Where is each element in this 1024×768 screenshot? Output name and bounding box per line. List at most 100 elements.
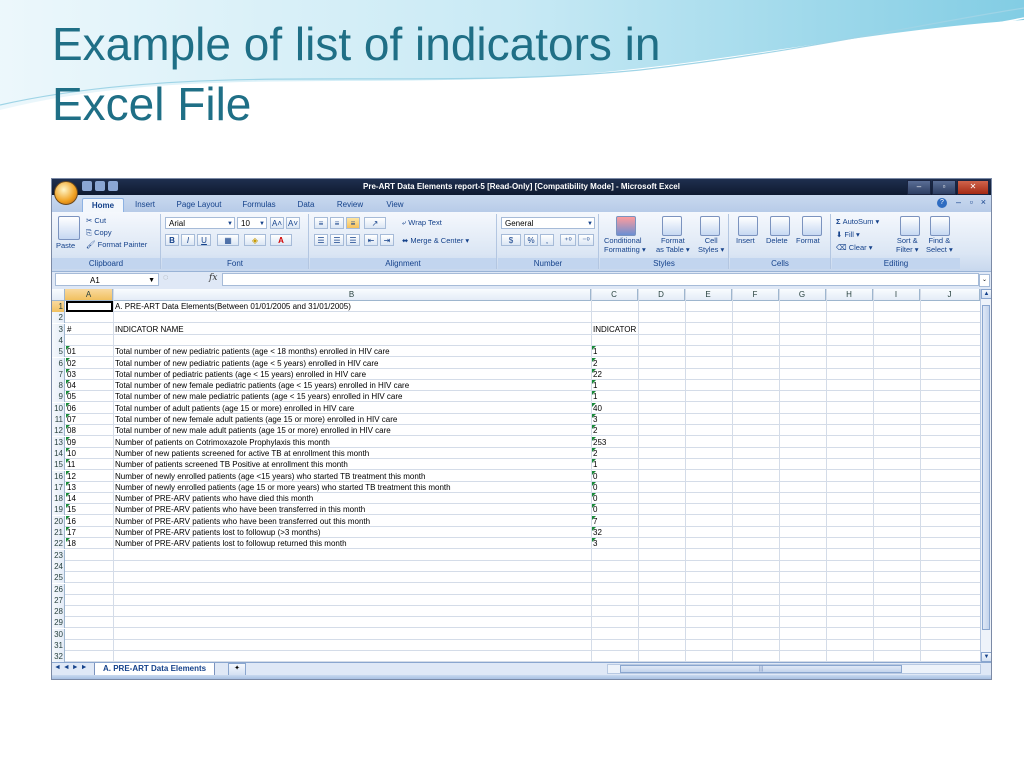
table-row[interactable]: 32 [52, 651, 980, 662]
bold-button[interactable]: B [165, 234, 179, 246]
select-all-corner[interactable] [52, 289, 65, 300]
format-as-table-button[interactable]: Format as Table ▾ [656, 236, 690, 254]
column-header[interactable]: C [591, 289, 638, 300]
row-header[interactable]: 18 [52, 493, 65, 505]
selected-cell-a1[interactable] [66, 301, 113, 312]
column-header[interactable]: H [826, 289, 873, 300]
font-size-select[interactable]: 10 ▼ [237, 217, 267, 229]
ribbon-restore-icon[interactable]: ▫ [970, 197, 973, 207]
find-select-button[interactable]: Find & Select ▾ [926, 236, 953, 254]
table-row[interactable]: 23 [52, 549, 980, 561]
currency-button[interactable]: $ [501, 234, 521, 246]
cell-b[interactable]: Number of PRE-ARV patients who have died… [115, 493, 313, 504]
font-color-icon[interactable]: A [270, 234, 292, 246]
table-row[interactable]: 15 11 Number of patients screened TB Posit… [52, 459, 980, 471]
table-row[interactable]: 29 [52, 617, 980, 629]
table-row[interactable]: 13 09 Number of patients on Cotrimoxazole … [52, 436, 980, 448]
row-header[interactable]: 30 [52, 628, 65, 640]
table-row[interactable]: 11 07 Total number of new female adult pat… [52, 414, 980, 425]
sort-filter-icon[interactable] [900, 216, 920, 236]
table-row[interactable]: 10 06 Total number of adult patients (age … [52, 402, 980, 414]
row-header[interactable]: 28 [52, 606, 65, 618]
increase-indent-icon[interactable]: ⇥ [380, 234, 394, 246]
row-header[interactable]: 13 [52, 436, 65, 448]
italic-button[interactable]: I [181, 234, 195, 246]
table-row[interactable]: 1 A. PRE-ART Data Elements(Between 01/01/… [52, 301, 980, 312]
column-header[interactable]: A [65, 289, 113, 300]
row-header[interactable]: 10 [52, 402, 65, 414]
row-header[interactable]: 4 [52, 334, 65, 346]
minimize-button[interactable]: – [907, 180, 931, 195]
row-header[interactable]: 21 [52, 527, 65, 538]
restore-button[interactable]: ▫ [932, 180, 956, 195]
worksheet-grid[interactable]: A B C D E F G H I J 1 A. PRE-ART Data Ele… [52, 289, 980, 662]
copy-button[interactable]: ⎘ Copy [86, 228, 112, 238]
cell-b[interactable]: Total number of new pediatric patients (… [115, 358, 378, 369]
cut-button[interactable]: ✂ Cut [86, 216, 106, 225]
align-middle-icon[interactable]: ≡ [330, 217, 344, 229]
column-header[interactable]: F [732, 289, 779, 300]
row-header[interactable]: 12 [52, 425, 65, 437]
cell-b[interactable]: Total number of new female pediatric pat… [115, 380, 409, 391]
row-header[interactable]: 14 [52, 447, 65, 459]
scroll-thumb[interactable] [982, 305, 990, 630]
table-row[interactable]: 16 12 Number of newly enrolled patients (a… [52, 470, 980, 482]
conditional-formatting-icon[interactable] [616, 216, 636, 236]
wrap-text-button[interactable]: ⤶ Wrap Text [402, 218, 442, 228]
table-row[interactable]: 7 03 Total number of pediatric patients (a… [52, 368, 980, 380]
font-name-select[interactable]: Arial ▼ [165, 217, 235, 229]
office-button[interactable] [54, 181, 78, 205]
table-row[interactable]: 22 18 Number of PRE-ARV patients lost to f… [52, 538, 980, 550]
table-row[interactable]: 6 02 Total number of new pediatric patient… [52, 357, 980, 369]
table-row[interactable]: 5 01 Total number of new pediatric patient… [52, 346, 980, 358]
table-row[interactable]: 8 04 Total number of new female pediatric … [52, 380, 980, 392]
table-row[interactable]: 25 [52, 572, 980, 584]
table-row[interactable]: 2 [52, 312, 980, 324]
cell-b[interactable]: Number of newly enrolled patients (age <… [115, 471, 425, 482]
fill-color-icon[interactable]: ◈ [244, 234, 266, 246]
row-header[interactable]: 6 [52, 357, 65, 369]
formula-input[interactable] [222, 273, 979, 286]
close-button[interactable]: ✕ [957, 180, 989, 195]
orientation-icon[interactable]: ↗ [364, 217, 386, 229]
tab-data[interactable]: Data [290, 198, 322, 212]
table-row[interactable]: 4 [52, 334, 980, 346]
table-row[interactable]: 9 05 Total number of new male pediatric pa… [52, 391, 980, 403]
column-header[interactable]: B [113, 289, 591, 300]
row-header[interactable]: 16 [52, 470, 65, 482]
cell-b[interactable]: Number of patients on Cotrimoxazole Prop… [115, 437, 330, 448]
row-header[interactable]: 32 [52, 651, 65, 662]
row-header[interactable]: 8 [52, 380, 65, 392]
table-row[interactable]: 18 14 Number of PRE-ARV patients who have … [52, 493, 980, 505]
row-header[interactable]: 2 [52, 312, 65, 324]
comma-button[interactable]: , [540, 234, 554, 246]
table-row[interactable]: 19 15 Number of PRE-ARV patients who have … [52, 504, 980, 516]
cell-b[interactable]: Number of PRE-ARV patients who have been… [115, 516, 370, 527]
cell-b[interactable]: Number of PRE-ARV patients lost to follo… [115, 527, 321, 538]
cell-b[interactable]: Number of patients screened TB Positive … [115, 459, 348, 470]
format-painter-button[interactable]: 🖌 Format Painter [86, 240, 147, 249]
delete-cells-button[interactable]: Delete [766, 236, 788, 245]
row-header[interactable]: 3 [52, 323, 65, 335]
name-box[interactable]: A1 ▼ [55, 273, 159, 286]
cell-b[interactable]: Number of newly enrolled patients (age 1… [115, 482, 451, 493]
horizontal-scroll-thumb[interactable]: ||| [620, 665, 902, 673]
insert-cells-button[interactable]: Insert [736, 236, 755, 245]
table-row[interactable]: 30 [52, 628, 980, 640]
shrink-font-button[interactable]: A˅ [286, 217, 300, 229]
ribbon-close-icon[interactable]: × [981, 197, 986, 207]
scroll-up-icon[interactable]: ▲ [981, 289, 991, 299]
decrease-indent-icon[interactable]: ⇤ [364, 234, 378, 246]
row-header[interactable]: 20 [52, 515, 65, 527]
autosum-button[interactable]: Σ AutoSum ▾ [836, 217, 879, 226]
cell-b[interactable]: Number of new patients screened for acti… [115, 448, 369, 459]
cell-b[interactable]: Number of PRE-ARV patients lost to follo… [115, 538, 347, 549]
insert-function-icon[interactable]: fx [209, 273, 217, 283]
column-header[interactable]: D [638, 289, 685, 300]
row-header[interactable]: 22 [52, 538, 65, 550]
table-row[interactable]: 27 [52, 594, 980, 606]
tab-formulas[interactable]: Formulas [236, 198, 282, 212]
row-header[interactable]: 5 [52, 346, 65, 358]
column-header[interactable]: E [685, 289, 732, 300]
format-cells-icon[interactable] [802, 216, 822, 236]
